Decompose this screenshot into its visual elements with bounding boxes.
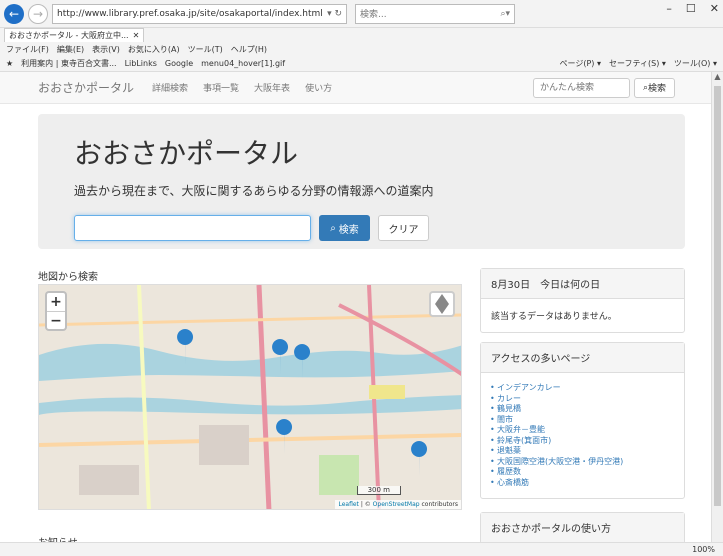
popular-header: アクセスの多いページ xyxy=(481,343,684,373)
fav-item[interactable]: menu04_hover[1].gif xyxy=(201,59,285,68)
today-header: 8月30日 今日は何の日 xyxy=(481,269,684,299)
hero-subtitle: 過去から現在まで、大阪に関するあらゆる分野の情報源への道案内 xyxy=(74,184,434,198)
popular-pages-panel: アクセスの多いページ インデアンカレー カレー 鶴見橋 闇市 大阪弁－豊能 鈴尾… xyxy=(480,342,685,499)
menu-view[interactable]: 表示(V) xyxy=(92,44,120,55)
menu-bar: ファイル(F) 編集(E) 表示(V) お気に入り(A) ツール(T) ヘルプ(… xyxy=(0,42,723,56)
news-title: お知らせ xyxy=(38,534,78,542)
menu-file[interactable]: ファイル(F) xyxy=(6,44,49,55)
main-search-button[interactable]: ⌕ 検索 xyxy=(319,215,370,241)
list-item[interactable]: 履歴数 xyxy=(490,467,674,478)
browser-tab[interactable]: おおさかポータル - 大阪府立中... ✕ xyxy=(4,28,145,42)
safety-menu[interactable]: セーフティ(S) ▾ xyxy=(609,58,666,69)
list-item[interactable]: カレー xyxy=(490,394,674,405)
forward-button[interactable]: → xyxy=(28,3,48,24)
address-bar[interactable]: http://www.library.pref.osaka.jp/site/os… xyxy=(52,3,347,24)
site-brand[interactable]: おおさかポータル xyxy=(38,79,134,96)
scroll-up-icon[interactable]: ▲ xyxy=(712,72,723,81)
url-text: http://www.library.pref.osaka.jp/site/os… xyxy=(57,8,323,19)
hero-title: おおさかポータル xyxy=(74,137,299,170)
navbar-search: ⌕ 検索 xyxy=(532,77,675,98)
map-tiles[interactable] xyxy=(39,285,462,510)
list-item[interactable]: 闇市 xyxy=(490,415,674,426)
menu-edit[interactable]: 編集(E) xyxy=(57,44,84,55)
osm-link[interactable]: OpenStreetMap xyxy=(373,501,420,508)
nav-subject-list[interactable]: 事項一覧 xyxy=(203,81,239,94)
fav-item[interactable]: 利用案内 | 東寺百合文書... xyxy=(21,58,116,69)
howto-panel: おおさかポータルの使い方 xyxy=(480,512,685,542)
browser-toolbar: ← → http://www.library.pref.osaka.jp/sit… xyxy=(0,0,723,28)
zoom-out-button[interactable]: − xyxy=(47,311,65,329)
nav-how-to-use[interactable]: 使い方 xyxy=(305,81,332,94)
nav-chronology[interactable]: 大阪年表 xyxy=(254,81,290,94)
vertical-scrollbar[interactable]: ▲ xyxy=(711,72,723,542)
close-button[interactable]: ✕ xyxy=(710,2,719,15)
hero-section: おおさかポータル 過去から現在まで、大阪に関するあらゆる分野の情報源への道案内 … xyxy=(38,114,685,249)
menu-tools[interactable]: ツール(T) xyxy=(188,44,223,55)
list-item[interactable]: 大阪国際空港(大阪空港・伊丹空港) xyxy=(490,457,674,468)
page-viewport: おおさかポータル 詳細検索 事項一覧 大阪年表 使い方 ⌕ 検索 おおさかポータ… xyxy=(0,72,711,542)
menu-favorites[interactable]: お気に入り(A) xyxy=(128,44,180,55)
fav-item[interactable]: Google xyxy=(165,59,193,68)
list-item[interactable]: 退魁薬 xyxy=(490,446,674,457)
status-bar: 100% xyxy=(0,542,723,556)
tools-menu[interactable]: ツール(O) ▾ xyxy=(674,58,717,69)
today-panel: 8月30日 今日は何の日 該当するデータはありません。 xyxy=(480,268,685,333)
list-item[interactable]: 大阪弁－豊能 xyxy=(490,425,674,436)
layers-icon xyxy=(435,294,449,314)
list-item[interactable]: 鈴尾寺(箕面市) xyxy=(490,436,674,447)
scroll-thumb[interactable] xyxy=(714,86,721,506)
window-controls: – ☐ ✕ xyxy=(666,2,719,15)
quick-search-input[interactable] xyxy=(532,77,630,98)
fav-item[interactable]: LibLinks xyxy=(125,59,157,68)
main-search-input[interactable] xyxy=(74,215,311,241)
map-attribution: Leaflet | © OpenStreetMap contributors xyxy=(335,500,461,509)
leaflet-link[interactable]: Leaflet xyxy=(338,501,358,508)
search-icon: ⌕▾ xyxy=(500,8,510,19)
popular-list: インデアンカレー カレー 鶴見橋 闇市 大阪弁－豊能 鈴尾寺(箕面市) 退魁薬 … xyxy=(490,383,674,489)
map-scale: 300 m xyxy=(356,486,401,495)
zoom-in-button[interactable]: + xyxy=(47,293,65,311)
howto-header: おおさかポータルの使い方 xyxy=(481,513,684,542)
map-widget[interactable]: + − 300 m Leaflet | © OpenStreetMap cont… xyxy=(38,284,462,510)
close-tab-icon[interactable]: ✕ xyxy=(133,31,140,40)
list-item[interactable]: 心斎橋筋 xyxy=(490,478,674,489)
browser-search-box[interactable]: 検索... ⌕▾ xyxy=(355,3,515,24)
page-menu[interactable]: ページ(P) ▾ xyxy=(560,58,601,69)
map-section-title: 地図から検索 xyxy=(38,272,98,283)
nav-advanced-search[interactable]: 詳細検索 xyxy=(152,81,188,94)
favorites-bar: ★ 利用案内 | 東寺百合文書... LibLinks Google menu0… xyxy=(0,56,723,72)
layers-button[interactable] xyxy=(429,291,455,317)
zoom-level[interactable]: 100% xyxy=(692,545,715,554)
minimize-button[interactable]: – xyxy=(666,2,672,15)
star-icon: ★ xyxy=(6,59,14,68)
search-icon: ⌕ xyxy=(330,222,336,234)
map-zoom-control: + − xyxy=(45,291,67,331)
maximize-button[interactable]: ☐ xyxy=(686,2,696,15)
list-item[interactable]: インデアンカレー xyxy=(490,383,674,394)
quick-search-button[interactable]: ⌕ 検索 xyxy=(633,77,675,98)
clear-button[interactable]: クリア xyxy=(378,215,429,241)
today-body: 該当するデータはありません。 xyxy=(491,312,617,322)
menu-help[interactable]: ヘルプ(H) xyxy=(231,44,267,55)
arrow-left-icon: ← xyxy=(8,6,20,21)
refresh-icon[interactable]: ▾ ↻ xyxy=(327,9,342,19)
site-navbar: おおさかポータル 詳細検索 事項一覧 大阪年表 使い方 ⌕ 検索 xyxy=(0,72,711,104)
tab-bar: おおさかポータル - 大阪府立中... ✕ xyxy=(0,28,723,42)
hero-search-form: ⌕ 検索 クリア xyxy=(74,215,649,241)
arrow-right-icon: → xyxy=(32,6,44,21)
list-item[interactable]: 鶴見橋 xyxy=(490,404,674,415)
back-button[interactable]: ← xyxy=(4,3,24,24)
